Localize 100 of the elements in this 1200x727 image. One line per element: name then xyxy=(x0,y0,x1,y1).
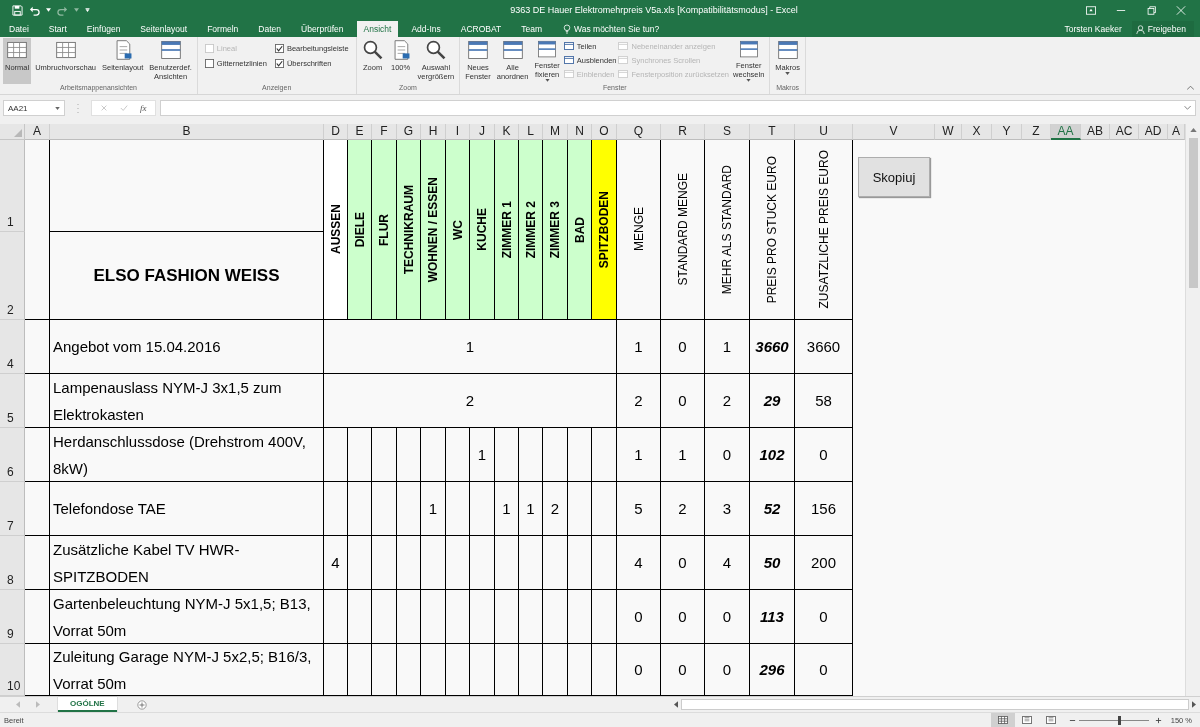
table-cell: 3 xyxy=(705,482,750,536)
table-cell: 52 xyxy=(750,482,795,536)
tell-me-field[interactable]: Was möchten Sie tun? xyxy=(563,21,674,37)
scroll-right-icon[interactable] xyxy=(1192,701,1196,708)
column-header[interactable]: Z xyxy=(1022,124,1051,140)
restore-icon[interactable] xyxy=(1146,5,1156,15)
table-cell xyxy=(421,536,446,590)
checkbox[interactable] xyxy=(274,59,284,68)
row-header[interactable]: 10 xyxy=(0,644,25,696)
table-cell: 5 xyxy=(617,482,661,536)
column-header[interactable]: O xyxy=(592,124,617,140)
ribbon-tab[interactable]: Add-Ins xyxy=(404,21,448,37)
column-header[interactable]: AB xyxy=(1081,124,1110,140)
column-header[interactable]: X xyxy=(962,124,992,140)
table-cell xyxy=(568,482,592,536)
checkbox[interactable] xyxy=(274,44,284,53)
user-name[interactable]: Torsten Kaeker xyxy=(1064,21,1122,37)
ribbon-tab[interactable]: Start xyxy=(41,21,74,37)
collapse-icon[interactable] xyxy=(1187,85,1194,90)
column-header[interactable]: AA xyxy=(1051,124,1081,140)
row-header[interactable]: 8 xyxy=(0,536,25,590)
row-header[interactable]: 7 xyxy=(0,482,25,536)
column-header[interactable]: F xyxy=(372,124,397,140)
column-header[interactable]: I xyxy=(446,124,470,140)
column-header[interactable]: H xyxy=(421,124,446,140)
formula-field[interactable] xyxy=(159,100,1196,116)
save-icon[interactable] xyxy=(12,4,23,16)
ribbon-tab[interactable]: Datei xyxy=(2,21,36,37)
row-header[interactable]: 9 xyxy=(0,590,25,644)
column-header[interactable]: S xyxy=(705,124,750,140)
column-header[interactable]: AD xyxy=(1139,124,1168,140)
table-cell: 4 xyxy=(705,536,750,590)
zoom-in-icon[interactable] xyxy=(1154,716,1162,724)
table-cell: 4 xyxy=(617,536,661,590)
column-header[interactable]: K xyxy=(495,124,519,140)
ribbon-tab[interactable]: Seitenlayout xyxy=(133,21,195,37)
row-header[interactable]: 2 xyxy=(0,232,25,320)
scrollbar-thumb[interactable] xyxy=(1188,138,1198,288)
column-header[interactable]: D xyxy=(324,124,348,140)
scroll-left-icon[interactable] xyxy=(674,701,678,708)
undo-icon[interactable] xyxy=(29,4,40,16)
close-icon[interactable] xyxy=(1176,5,1186,15)
column-header[interactable]: Q xyxy=(617,124,661,140)
ribbon-tab[interactable]: Einfügen xyxy=(79,21,128,37)
redo-icon[interactable] xyxy=(57,4,68,16)
column-header[interactable]: G xyxy=(397,124,421,140)
scroll-up-icon[interactable] xyxy=(1189,128,1197,132)
expand-icon[interactable] xyxy=(1184,106,1191,110)
table-cell: 1 xyxy=(470,428,495,482)
caret-icon[interactable] xyxy=(46,8,51,12)
column-heading: STANDARD MENGE xyxy=(661,140,705,320)
ribbon-tab[interactable]: Team xyxy=(514,21,549,37)
column-heading: SPITZBODEN xyxy=(592,140,617,320)
ribbon-tab[interactable]: Ansicht xyxy=(356,21,399,37)
column-header[interactable]: V xyxy=(853,124,935,140)
column-header[interactable]: U xyxy=(795,124,853,140)
row-header[interactable]: 5 xyxy=(0,374,25,428)
slider-thumb[interactable] xyxy=(1117,715,1121,725)
row-header[interactable]: 6 xyxy=(0,428,25,482)
column-header[interactable]: Y xyxy=(992,124,1022,140)
ribbon-tab[interactable]: Daten xyxy=(251,21,289,37)
column-header[interactable]: R xyxy=(661,124,705,140)
table-cell: 0 xyxy=(705,590,750,644)
caret-icon[interactable] xyxy=(74,8,79,12)
table-cell: 0 xyxy=(795,428,853,482)
column-header[interactable]: N xyxy=(568,124,592,140)
add-sheet-icon[interactable] xyxy=(136,699,147,710)
checkbox[interactable] xyxy=(204,59,214,68)
table-cell-text: Telefondose TAE xyxy=(53,499,166,519)
view-button[interactable] xyxy=(990,713,1015,727)
column-header[interactable]: B xyxy=(50,124,324,140)
column-header[interactable]: AC xyxy=(1110,124,1139,140)
table-cell xyxy=(421,428,446,482)
column-header[interactable]: M xyxy=(543,124,568,140)
column-heading: FLUR xyxy=(372,140,397,320)
share-button[interactable]: Freigeben xyxy=(1131,21,1194,37)
table-cell: 2 xyxy=(324,374,617,428)
table-cell: 156 xyxy=(795,482,853,536)
table-cell xyxy=(397,590,421,644)
column-header[interactable]: J xyxy=(470,124,495,140)
column-header[interactable]: L xyxy=(519,124,543,140)
row-header[interactable]: 4 xyxy=(0,320,25,374)
column-header[interactable]: W xyxy=(935,124,962,140)
macro-button[interactable]: Skopiuj xyxy=(858,157,930,197)
table-cell xyxy=(348,428,372,482)
ribbon-tab[interactable]: Überprüfen xyxy=(294,21,351,37)
horizontal-scrollbar[interactable] xyxy=(681,699,1189,710)
name-box[interactable]: AA21 xyxy=(3,100,65,116)
ribbon-tab[interactable]: Formeln xyxy=(200,21,246,37)
row-header[interactable]: 1 xyxy=(0,140,25,232)
table-cell xyxy=(568,428,592,482)
sheet-tab[interactable]: OGÓLNE xyxy=(58,697,117,712)
customize-icon[interactable] xyxy=(85,8,90,12)
column-header[interactable]: A xyxy=(1168,124,1185,140)
column-header[interactable]: E xyxy=(348,124,372,140)
column-header[interactable]: A xyxy=(25,124,50,140)
ribbon-display-icon[interactable] xyxy=(1086,5,1096,15)
column-header[interactable]: T xyxy=(750,124,795,140)
insert-function-button[interactable]: fx xyxy=(140,103,147,113)
ribbon-tab[interactable]: ACROBAT xyxy=(453,21,509,37)
